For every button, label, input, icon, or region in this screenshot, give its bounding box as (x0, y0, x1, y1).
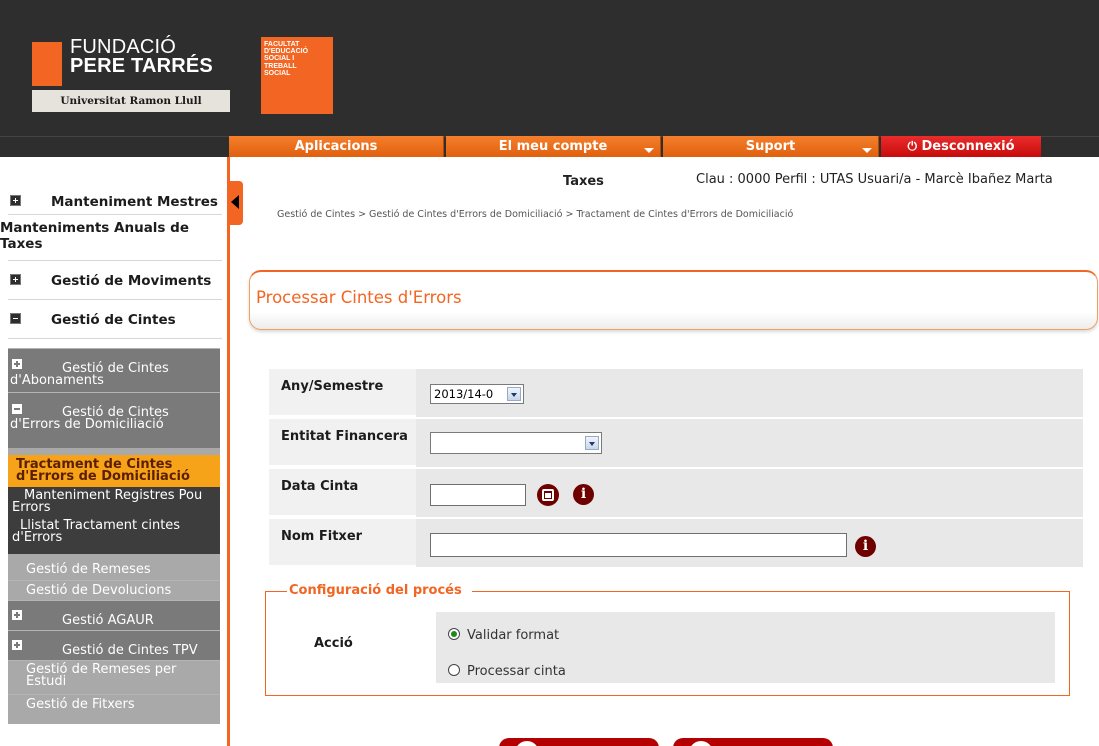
nom-fitxer-label: Nom Fitxer (281, 529, 363, 544)
faculty-logo: FACULTAT D'EDUCACIÓ SOCIAL I TREBALL SOC… (261, 37, 333, 114)
chevron-down-icon (862, 148, 872, 153)
breadcrumb: Gestió de Cintes > Gestió de Cintes d'Er… (277, 209, 794, 220)
sidebar-sub-remeses[interactable]: Gestió de Remeses (8, 560, 220, 580)
sidebar-sub-fitxers[interactable]: Gestió de Fitxers (8, 694, 220, 714)
sidebar-sub-devolucions[interactable]: Gestió de Devolucions (8, 580, 220, 600)
expand-icon (12, 359, 22, 369)
sidebar-submenu: Gestió de Cintes d'Abonaments Gestió de … (8, 348, 220, 724)
menu-aplicacions[interactable]: Aplicacions (229, 136, 444, 157)
logout-button[interactable]: ⏻ Desconnexió (881, 136, 1041, 157)
accio-label: Acció (314, 636, 353, 651)
sidebar-sub-tractament[interactable]: Tractament de Cintes d'Errors de Domicil… (8, 455, 220, 487)
sidebar-separator (8, 214, 222, 215)
row-entitat-financera: Entitat Financera (269, 419, 1083, 467)
sidebar-separator (8, 260, 222, 261)
logo-mark (32, 42, 62, 86)
data-cinta-label: Data Cinta (281, 479, 359, 494)
page-title-box: Processar Cintes d'Errors (249, 270, 1098, 330)
dropdown-arrow-icon[interactable] (507, 387, 521, 401)
entitat-financera-select[interactable] (430, 432, 602, 454)
sidebar-collapse-toggle[interactable] (229, 181, 243, 225)
collapse-icon (10, 313, 21, 324)
info-icon[interactable]: i (573, 484, 594, 505)
sidebar-sub-remeses-estudi[interactable]: Gestió de Remeses per Estudi (8, 660, 220, 694)
sidebar-divider (227, 157, 230, 746)
menu-account[interactable]: El meu compte (446, 136, 661, 157)
sidebar-sub-tpv[interactable]: Gestió de Cintes TPV (8, 630, 220, 660)
info-icon[interactable]: i (855, 536, 876, 557)
chevron-down-icon (644, 148, 654, 153)
expand-icon (12, 640, 22, 650)
row-data-cinta: Data Cinta i (269, 469, 1083, 517)
config-legend: Configuració del procés (287, 583, 472, 598)
sidebar-separator (8, 299, 222, 300)
calendar-icon[interactable] (537, 484, 559, 506)
power-icon: ⏻ (907, 139, 917, 153)
menu-account-label: El meu compte (498, 139, 608, 154)
data-cinta-input[interactable] (430, 484, 526, 506)
sidebar-sub-llistat[interactable]: Llistat Tractament cintes d'Errors (8, 516, 220, 554)
radio-processar-cinta[interactable] (448, 664, 460, 676)
section-title: Taxes (563, 174, 604, 189)
menu-support-label: Suport (745, 139, 796, 154)
sidebar-sub-agaur[interactable]: Gestió AGAUR (8, 600, 220, 630)
entitat-financera-label: Entitat Financera (281, 429, 408, 444)
sidebar-sub-manteniment-registres[interactable]: Manteniment Registres Pou Errors (8, 487, 220, 516)
check-icon (515, 741, 539, 746)
expand-icon (10, 274, 21, 285)
sidebar-item-manteniments-anuals[interactable]: Manteniments Anuals de Taxes (0, 220, 212, 252)
collapse-icon (12, 404, 22, 414)
sidebar-separator (8, 338, 222, 339)
chevron-left-icon (231, 195, 239, 209)
logout-label: Desconnexió (921, 139, 1015, 154)
expand-icon (12, 610, 22, 620)
sidebar-sub-abonaments[interactable]: Gestió de Cintes d'Abonaments (8, 348, 220, 392)
sidebar-sub-errors[interactable]: Gestió de Cintes d'Errors de Domiciliaci… (8, 392, 220, 448)
user-info: Clau : 0000 Perfil : UTAS Usuari/a - Mar… (696, 172, 1053, 187)
validar-format-label[interactable]: Validar format (467, 628, 559, 643)
menu-support[interactable]: Suport (663, 136, 879, 157)
expand-icon (10, 195, 21, 206)
any-semestre-select[interactable]: 2013/14-0 (430, 384, 524, 404)
dropdown-arrow-icon[interactable] (585, 436, 599, 450)
radio-validar-format[interactable] (448, 628, 460, 640)
logo-university: Universitat Ramon Llull (32, 90, 230, 112)
row-nom-fitxer: Nom Fitxer i (269, 519, 1083, 567)
accio-options: Validar format Processar cinta (436, 612, 1055, 683)
close-icon (689, 741, 713, 746)
logo-name: FUNDACIÓ PERE TARRÉS (70, 36, 213, 77)
any-semestre-label: Any/Semestre (281, 379, 384, 394)
row-any-semestre: Any/Semestre 2013/14-0 (269, 369, 1083, 417)
accept-button[interactable] (499, 738, 659, 746)
cancel-button[interactable] (673, 738, 833, 746)
menu-aplicacions-label: Aplicacions (294, 139, 378, 154)
nom-fitxer-input[interactable] (430, 533, 847, 557)
processar-cinta-label[interactable]: Processar cinta (467, 664, 566, 679)
page-title: Processar Cintes d'Errors (256, 288, 462, 307)
fundacio-logo[interactable]: FUNDACIÓ PERE TARRÉS Universitat Ramon L… (24, 36, 234, 114)
